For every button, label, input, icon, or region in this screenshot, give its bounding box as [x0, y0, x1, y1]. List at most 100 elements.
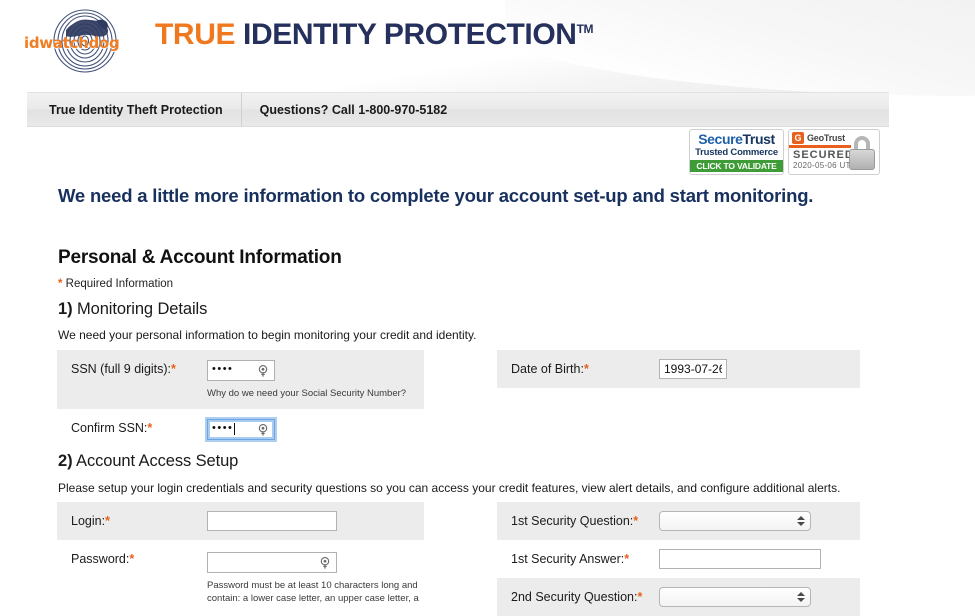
security-question-1-required-asterisk: *: [633, 514, 639, 528]
password-label-text: Password:: [71, 552, 130, 566]
ssn-label: SSN (full 9 digits):*: [71, 359, 207, 376]
confirm-ssn-row: Confirm SSN:* ••••: [57, 409, 424, 449]
trust-badges: SecureTrust Trusted Commerce CLICK TO VA…: [689, 129, 880, 175]
nav-item-questions-call[interactable]: Questions? Call 1-800-970-5182: [242, 93, 466, 126]
security-answer-1-label: 1st Security Answer:*: [511, 549, 659, 566]
password-label: Password:*: [71, 549, 207, 566]
step-2-heading: 2) Account Access Setup: [58, 452, 238, 471]
dob-required-asterisk: *: [583, 362, 589, 376]
confirm-ssn-masked-value: ••••: [212, 422, 234, 435]
security-answer-1-input[interactable]: [659, 549, 821, 569]
securetrust-tagline: Trusted Commerce: [695, 147, 778, 158]
password-field-group: Password must be at least 10 characters …: [207, 549, 424, 606]
login-field-group: [207, 511, 424, 531]
password-row: Password:* Password must be at least 10 …: [57, 540, 424, 615]
step-1-description: We need your personal information to beg…: [58, 328, 477, 342]
step-2-description: Please setup your login credentials and …: [58, 481, 841, 495]
confirm-ssn-input[interactable]: ••••: [207, 418, 275, 440]
step-2-number: 2): [58, 452, 73, 470]
brand-title-accent: TRUE: [155, 18, 236, 51]
security-question-2-label: 2nd Security Question:*: [511, 587, 659, 604]
securetrust-badge[interactable]: SecureTrust Trusted Commerce CLICK TO VA…: [689, 129, 784, 175]
security-answer-1-label-text: 1st Security Answer:: [511, 552, 625, 566]
select-stepper-icon: [797, 590, 805, 606]
ssn-field-group: •••• Why do we need your Social Security…: [207, 359, 424, 400]
login-input[interactable]: [207, 511, 337, 531]
required-information-note: * Required Information: [58, 278, 173, 290]
security-answer-1-field-group: [659, 549, 860, 569]
securetrust-validate-button[interactable]: CLICK TO VALIDATE: [690, 159, 783, 172]
geotrust-badge[interactable]: G GeoTrust SECURED 2020-05-06 UTC: [788, 129, 880, 175]
ssn-row: SSN (full 9 digits):* •••• Why do we nee…: [57, 350, 424, 410]
lock-icon: [849, 136, 875, 170]
account-access-left-column: Login:* Password:* Password must be at l…: [57, 502, 424, 615]
securetrust-name: SecureTrust: [690, 132, 783, 146]
security-question-2-label-text: 2nd Security Question:: [511, 590, 638, 604]
step-1-number: 1): [58, 300, 73, 318]
confirm-ssn-label: Confirm SSN:*: [71, 418, 207, 435]
ssn-helper-link[interactable]: Why do we need your Social Security Numb…: [207, 388, 424, 401]
security-question-1-select[interactable]: [659, 511, 811, 531]
securetrust-name-part2: Trust: [742, 131, 776, 147]
nav-item-true-identity-theft-protection[interactable]: True Identity Theft Protection: [27, 93, 241, 126]
required-note-label: Required Information: [62, 278, 174, 290]
dob-spacer-row: [497, 388, 860, 421]
ssn-masked-value: ••••: [212, 363, 234, 375]
geotrust-accent-bar: [789, 145, 851, 148]
dob-row: Date of Birth:*: [497, 350, 860, 388]
password-required-asterisk: *: [129, 552, 135, 566]
step-2-title: Account Access Setup: [72, 452, 239, 470]
geotrust-logo-icon: G: [792, 131, 804, 144]
dob-label: Date of Birth:*: [511, 359, 659, 376]
password-helper-text: Password must be at least 10 characters …: [207, 580, 419, 604]
security-answer-1-row: 1st Security Answer:*: [497, 540, 860, 578]
confirm-ssn-label-text: Confirm SSN:: [71, 421, 148, 436]
login-label-text: Login:: [71, 514, 106, 528]
select-stepper-icon: [797, 514, 805, 530]
monitoring-details-left-column: SSN (full 9 digits):* •••• Why do we nee…: [57, 350, 424, 449]
nav-item-label: True Identity Theft Protection: [49, 102, 223, 117]
ssn-input-wrap: ••••: [207, 359, 275, 381]
page-title: Personal & Account Information: [58, 247, 342, 268]
nav-item-label: Questions? Call 1-800-970-5182: [259, 102, 448, 117]
key-icon[interactable]: [256, 364, 270, 378]
site-header: idwatchdog TRUE IDENTITY PROTECTIONTM: [0, 0, 975, 84]
monitoring-details-right-column: Date of Birth:*: [497, 350, 860, 421]
logo-wordmark: idwatchdog: [24, 34, 120, 52]
security-question-2-required-asterisk: *: [637, 590, 643, 604]
ssn-required-asterisk: *: [171, 362, 176, 376]
step-1-title: Monitoring Details: [72, 300, 208, 318]
page-headline: We need a little more information to com…: [58, 185, 814, 206]
security-question-2-row: 2nd Security Question:*: [497, 578, 860, 616]
security-question-2-field-group: [659, 587, 860, 607]
password-input-wrap: [207, 552, 337, 573]
key-icon[interactable]: [318, 556, 332, 570]
key-icon[interactable]: [256, 423, 270, 437]
brand-title: TRUE IDENTITY PROTECTIONTM: [155, 18, 593, 52]
ssn-label-text: SSN (full 9 digits):: [71, 362, 172, 376]
ssn-input[interactable]: ••••: [207, 359, 275, 381]
security-question-1-row: 1st Security Question:*: [497, 502, 860, 540]
confirm-ssn-required-asterisk: *: [147, 421, 153, 436]
brand-title-rest: IDENTITY PROTECTION: [243, 18, 577, 51]
dob-input[interactable]: [659, 359, 727, 379]
step-1-heading: 1) Monitoring Details: [58, 300, 207, 319]
lock-body: [849, 149, 875, 170]
securetrust-name-part1: Secure: [698, 131, 743, 147]
brand-logo[interactable]: idwatchdog: [22, 8, 150, 74]
login-label: Login:*: [71, 511, 207, 528]
password-input[interactable]: [207, 552, 337, 573]
brand-trademark: TM: [576, 22, 594, 36]
security-question-1-field-group: [659, 511, 860, 531]
login-row: Login:*: [57, 502, 424, 540]
confirm-ssn-field-group: ••••: [207, 418, 424, 440]
security-answer-1-required-asterisk: *: [624, 552, 630, 566]
dob-field-group: [659, 359, 860, 379]
text-caret: [234, 423, 236, 436]
security-question-2-select[interactable]: [659, 587, 811, 607]
confirm-ssn-input-wrap: ••••: [207, 418, 275, 440]
primary-navbar: True Identity Theft Protection Questions…: [27, 92, 889, 127]
security-question-1-label: 1st Security Question:*: [511, 511, 659, 528]
security-question-1-label-text: 1st Security Question:: [511, 514, 634, 528]
account-access-right-column: 1st Security Question:* 1st Security Ans…: [497, 502, 860, 616]
